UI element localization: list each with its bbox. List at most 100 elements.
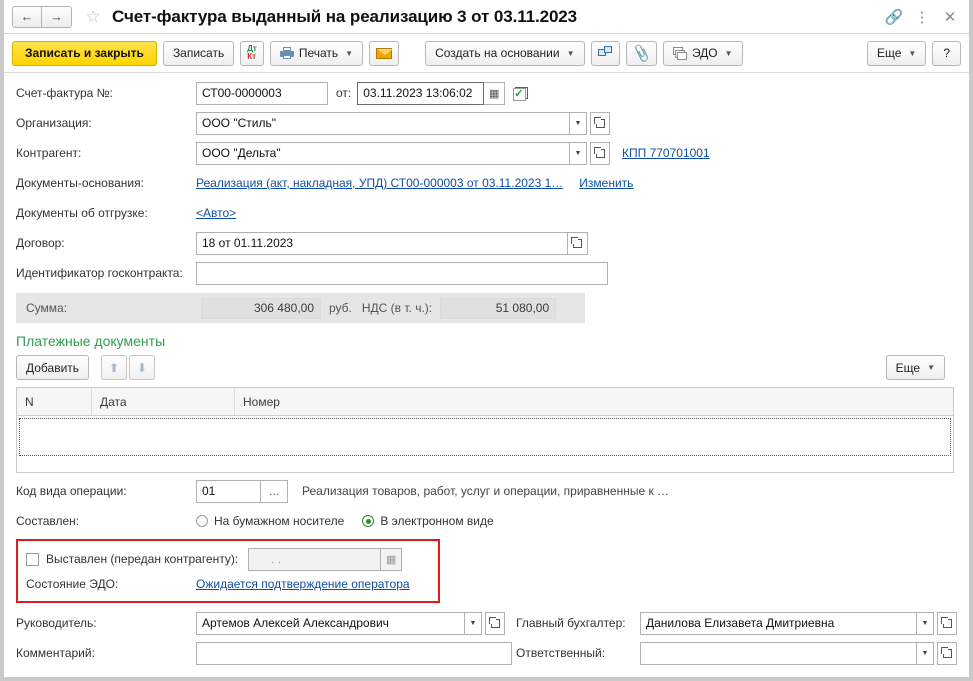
radio-electronic-circle[interactable] xyxy=(362,515,375,527)
invoice-date-input[interactable]: 03.11.2023 13:06:02 xyxy=(357,81,485,105)
accountant-input[interactable]: Данилова Елизавета Дмитриевна xyxy=(640,611,917,635)
column-header-n[interactable]: N xyxy=(17,388,92,415)
help-button[interactable]: ? xyxy=(932,40,961,66)
create-based-on-button[interactable]: Создать на основании ▼ xyxy=(425,40,585,66)
envelope-icon xyxy=(376,47,394,59)
counterparty-row: Контрагент: ООО "Дельта" ▼ КПП 770701001 xyxy=(16,141,959,165)
shipping-documents-row: Документы об отгрузке: <Авто> xyxy=(16,201,959,225)
arrow-left-icon[interactable]: ← xyxy=(12,5,42,28)
counterparty-input[interactable]: ООО "Дельта" xyxy=(196,141,570,165)
responsible-row: Ответственный: ▼ xyxy=(516,641,957,665)
basis-documents-edit-link[interactable]: Изменить xyxy=(579,176,633,190)
arrow-right-icon[interactable]: → xyxy=(42,5,72,28)
document-check-icon: ✓ xyxy=(513,86,531,101)
more-button[interactable]: Еще ▼ xyxy=(866,40,927,66)
attachments-button[interactable]: 📎 xyxy=(625,40,657,66)
open-accountant-button[interactable] xyxy=(937,611,957,635)
star-icon[interactable]: ☆ xyxy=(82,6,104,28)
kpp-link[interactable]: КПП 770701001 xyxy=(622,146,710,160)
arrow-down-icon[interactable]: ⬇ xyxy=(129,355,156,380)
director-label: Руководитель: xyxy=(16,616,97,630)
open-contract-button[interactable] xyxy=(568,231,588,255)
chevron-down-icon[interactable]: ▼ xyxy=(917,611,934,635)
comment-input[interactable] xyxy=(196,641,512,665)
accountant-label: Главный бухгалтер: xyxy=(516,616,626,630)
edo-state-link[interactable]: Ожидается подтверждение оператора xyxy=(196,577,410,591)
column-header-number[interactable]: Номер xyxy=(235,388,953,415)
accountant-row: Главный бухгалтер: Данилова Елизавета Дм… xyxy=(516,611,957,635)
gov-contract-label: Идентификатор госконтракта: xyxy=(16,266,183,280)
print-button[interactable]: Печать ▼ xyxy=(269,40,364,66)
lower-section: Код вида операции: 01 ... Реализация тов… xyxy=(4,473,969,671)
basis-documents-label: Документы-основания: xyxy=(16,176,144,190)
create-based-on-label: Создать на основании xyxy=(435,46,560,60)
operation-code-input[interactable]: 01 xyxy=(196,479,261,503)
add-payment-doc-button[interactable]: Добавить xyxy=(16,355,90,380)
edo-button[interactable]: ЭДО ▼ xyxy=(662,40,743,66)
shipping-documents-link[interactable]: <Авто> xyxy=(196,206,236,220)
edo-state-label: Состояние ЭДО: xyxy=(26,577,119,591)
sum-label: Сумма: xyxy=(26,301,68,315)
close-icon[interactable]: ✕ xyxy=(937,5,963,29)
edo-icon xyxy=(672,46,687,60)
chevron-down-icon: ▼ xyxy=(927,363,935,372)
chevron-down-icon: ▼ xyxy=(724,48,733,58)
document-form: Счет-фактура №: СТ00-0000003 от: 03.11.2… xyxy=(4,73,969,473)
gov-contract-row: Идентификатор госконтракта: xyxy=(16,261,959,285)
open-director-button[interactable] xyxy=(485,611,505,635)
payment-docs-more-button[interactable]: Еще ▼ xyxy=(885,355,945,380)
chevron-down-icon: ▼ xyxy=(345,48,354,58)
chevron-down-icon[interactable]: ▼ xyxy=(917,641,934,665)
open-responsible-button[interactable] xyxy=(937,641,957,665)
chevron-down-icon[interactable]: ▼ xyxy=(570,141,587,165)
gov-contract-input[interactable] xyxy=(196,261,608,285)
save-and-close-button[interactable]: Записать и закрыть xyxy=(12,40,157,66)
chevron-down-icon[interactable]: ▼ xyxy=(465,611,482,635)
basis-documents-row: Документы-основания: Реализация (акт, на… xyxy=(16,171,959,195)
organization-input[interactable]: ООО "Стиль" xyxy=(196,111,570,135)
more-vertical-icon[interactable]: ⋮ xyxy=(909,5,935,29)
director-input[interactable]: Артемов Алексей Александрович xyxy=(196,611,465,635)
link-icon[interactable]: 🔗 xyxy=(881,5,907,29)
invoice-number-input[interactable]: СТ00-0000003 xyxy=(196,81,328,105)
send-email-button[interactable] xyxy=(369,40,400,66)
calendar-icon[interactable]: ▦ xyxy=(381,547,403,571)
chevron-down-icon: ▼ xyxy=(908,48,917,58)
title-bar-actions: 🔗 ⋮ ✕ xyxy=(881,5,963,29)
radio-electronic[interactable]: В электронном виде xyxy=(362,514,494,528)
command-toolbar: Записать и закрыть Записать Дт Кт Печать… xyxy=(4,34,969,73)
issued-date-input[interactable]: . . xyxy=(248,547,382,571)
print-label: Печать xyxy=(298,46,339,60)
chevron-down-icon[interactable]: ▼ xyxy=(570,111,587,135)
save-button[interactable]: Записать xyxy=(162,40,235,66)
operation-code-row: Код вида операции: 01 ... Реализация тов… xyxy=(16,479,959,503)
arrow-up-icon[interactable]: ⬆ xyxy=(101,355,128,380)
open-organization-button[interactable] xyxy=(590,111,610,135)
currency-label: руб. xyxy=(329,301,352,315)
document-window: ← → ☆ Счет-фактура выданный на реализаци… xyxy=(0,0,973,681)
radio-paper-circle[interactable] xyxy=(196,515,208,527)
column-header-date[interactable]: Дата xyxy=(92,388,235,415)
organization-label: Организация: xyxy=(16,116,92,130)
calendar-icon[interactable]: ▦ xyxy=(484,81,506,105)
contract-input[interactable]: 18 от 01.11.2023 xyxy=(196,231,568,255)
basis-documents-link[interactable]: Реализация (акт, накладная, УПД) СТ00-00… xyxy=(196,176,563,190)
table-footer xyxy=(17,458,953,472)
radio-paper-label: На бумажном носителе xyxy=(214,514,345,528)
signatories-right-column: Главный бухгалтер: Данилова Елизавета Дм… xyxy=(516,611,957,671)
dt-kt-icon: Дт Кт xyxy=(247,45,257,61)
contract-label: Договор: xyxy=(16,236,65,250)
table-row[interactable] xyxy=(19,418,951,456)
postings-dt-kt-button[interactable]: Дт Кт xyxy=(240,40,264,66)
radio-paper[interactable]: На бумажном носителе xyxy=(196,514,344,528)
payment-docs-toolbar: Добавить ⬆ ⬇ Еще ▼ xyxy=(16,355,959,380)
paperclip-icon: 📎 xyxy=(630,42,652,63)
operation-code-label: Код вида операции: xyxy=(16,484,127,498)
issued-checkbox[interactable] xyxy=(26,552,39,566)
structure-button[interactable] xyxy=(590,40,620,66)
responsible-label: Ответственный: xyxy=(516,646,606,660)
open-counterparty-button[interactable] xyxy=(590,141,610,165)
operation-code-select-button[interactable]: ... xyxy=(261,479,288,503)
responsible-input[interactable] xyxy=(640,641,917,665)
signatories-left-column: Руководитель: Артемов Алексей Александро… xyxy=(16,611,512,671)
